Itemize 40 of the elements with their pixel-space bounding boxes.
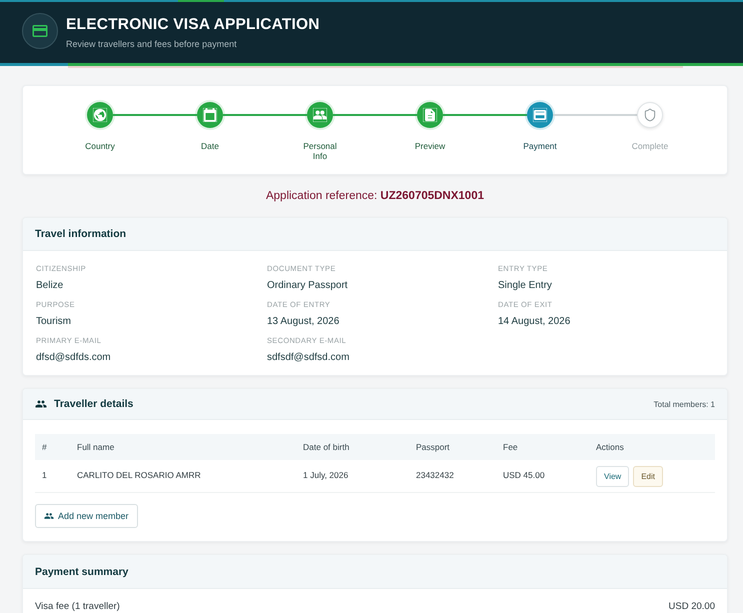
field-value: Belize [36, 279, 64, 292]
field-value: Tourism [36, 315, 72, 328]
card-title: Travel information [35, 228, 126, 240]
page-title: ELECTRONIC VISA APPLICATION [66, 16, 320, 34]
view-button[interactable]: View [596, 466, 630, 486]
add-member-button[interactable]: Add new member [35, 504, 138, 528]
page-subtitle: Review travellers and fees before payment [66, 38, 238, 50]
column-header: # [41, 442, 48, 452]
field-value: Single Entry [498, 279, 552, 292]
fee-amount: USD 20.00 [668, 601, 715, 613]
column-header: Actions [595, 442, 625, 452]
people-icon [35, 398, 47, 410]
people-icon [44, 511, 54, 521]
step-label: Date [200, 141, 220, 151]
field-value: Ordinary Passport [267, 279, 348, 292]
step-label: Preview [414, 141, 446, 151]
member-count: Total members: 1 [654, 400, 715, 408]
field-value: sdfsdf@sdfsd.com [267, 351, 350, 364]
application-reference: Application reference: UZ260705DNX1001 [264, 189, 485, 203]
table-cell-text: USD 45.00 [502, 470, 546, 480]
card-icon [22, 13, 58, 49]
column-header: Date of birth [302, 442, 350, 452]
edit-button[interactable]: Edit [633, 466, 663, 486]
step-label: Complete [630, 141, 670, 151]
column-header: Passport [415, 442, 451, 452]
field-value: dfsd@sdfds.com [36, 351, 111, 364]
table-cell-text: 23432432 [415, 470, 455, 480]
table-cell-text: 1 July, 2026 [302, 470, 350, 480]
field-value: 14 August, 2026 [498, 315, 570, 328]
step-label: Country [84, 141, 116, 151]
table-cell-text: 1 [41, 470, 48, 480]
column-header: Full name [76, 442, 116, 452]
step-label: Payment [522, 141, 558, 151]
card-title: Traveller details [54, 398, 134, 410]
step-label: Personal Info [302, 141, 338, 161]
field-value: 13 August, 2026 [267, 315, 340, 328]
card-title: Payment summary [35, 566, 128, 578]
table-cell-text: CARLITO DEL ROSARIO AMRR [76, 470, 202, 480]
column-header: Fee [502, 442, 519, 452]
fee-label: Visa fee (1 traveller) [35, 601, 120, 613]
